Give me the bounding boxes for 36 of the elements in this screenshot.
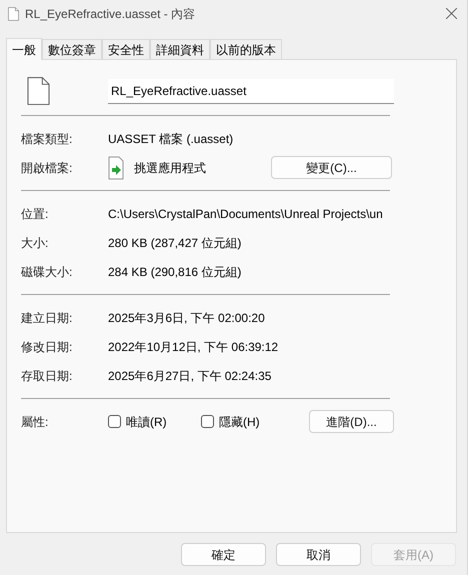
dialog-button[interactable]: 進階(D)...: [309, 410, 394, 433]
dialog-button[interactable]: 變更(C)...: [271, 156, 392, 179]
dialog-button[interactable]: 取消: [276, 543, 361, 566]
app-file-icon: [108, 156, 124, 180]
field-value: 2025年3月6日, 下午 02:00:20: [108, 310, 265, 326]
field-label: 建立日期:: [21, 310, 74, 326]
tab[interactable]: 詳細資料: [150, 39, 210, 59]
field-value: 挑選應用程式: [134, 160, 207, 176]
file-name-field[interactable]: RL_EyeRefractive.uasset: [108, 78, 394, 104]
field-value: 280 KB (287,427 位元組): [108, 234, 242, 252]
checkbox-label: 隱藏(H): [219, 414, 260, 430]
dialog-button[interactable]: 確定: [181, 543, 266, 566]
field-value: 2022年10月12日, 下午 06:39:12: [108, 338, 278, 356]
checkbox-label: 唯讀(R): [126, 414, 167, 430]
tab[interactable]: 以前的版本: [210, 39, 282, 59]
tab[interactable]: 一般: [6, 38, 42, 60]
field-label: 存取日期:: [21, 368, 74, 384]
field-label: 檔案類型:: [21, 130, 74, 148]
field-label: 修改日期:: [21, 338, 74, 356]
file-icon: [8, 6, 19, 20]
window-title: RL_EyeRefractive.uasset - 內容: [25, 6, 196, 22]
close-icon[interactable]: [446, 8, 457, 19]
field-label: 大小:: [21, 234, 50, 252]
field-label: 位置:: [21, 206, 50, 222]
tab[interactable]: 安全性: [102, 39, 150, 59]
field-label: 磁碟大小:: [21, 264, 74, 280]
checkbox[interactable]: [201, 415, 214, 428]
field-value: 2025年6月27日, 下午 02:24:35: [108, 368, 272, 384]
file-icon: [27, 76, 50, 106]
tab[interactable]: 數位簽章: [42, 39, 102, 59]
field-value: 284 KB (290,816 位元組): [108, 264, 242, 280]
field-value: C:\Users\CrystalPan\Documents\Unreal Projects\un: [108, 206, 383, 222]
field-value: UASSET 檔案 (.uasset): [108, 130, 234, 148]
checkbox[interactable]: [108, 415, 121, 428]
field-label: 開啟檔案:: [21, 160, 74, 176]
field-label: 屬性:: [21, 414, 50, 430]
